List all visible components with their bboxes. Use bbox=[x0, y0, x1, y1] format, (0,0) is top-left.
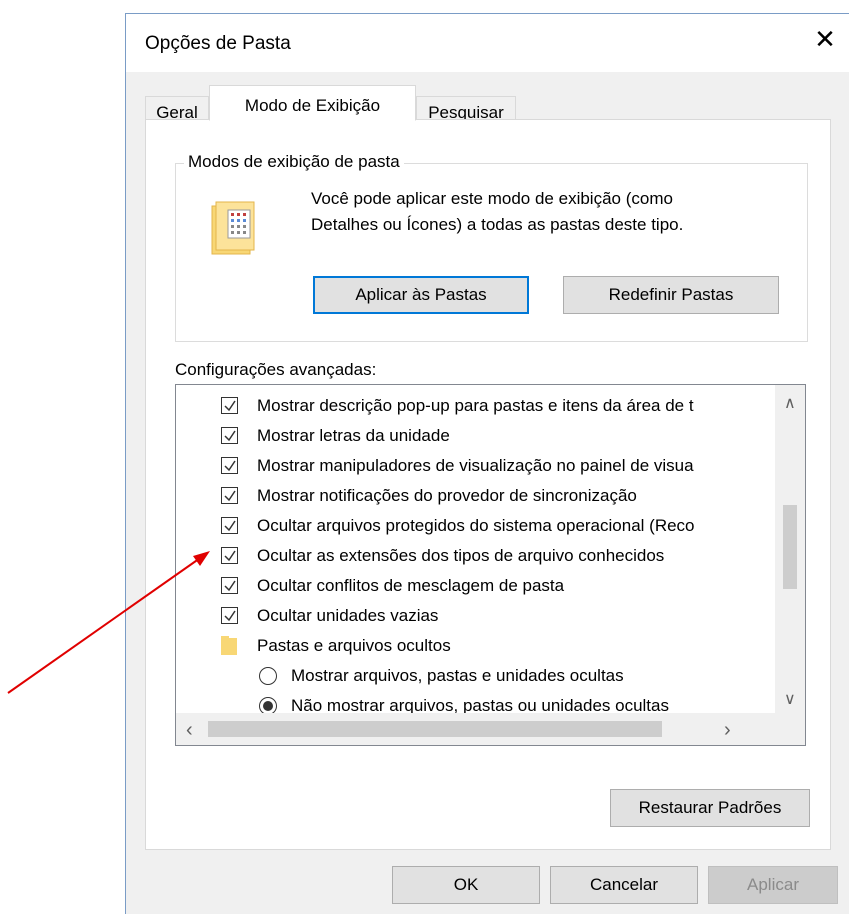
item-label: Mostrar manipuladores de visualização no… bbox=[257, 456, 694, 475]
description-line-1: Você pode aplicar este modo de exibição … bbox=[311, 189, 673, 208]
item-label: Ocultar arquivos protegidos do sistema o… bbox=[257, 516, 695, 535]
checkmark-icon bbox=[224, 430, 236, 442]
scroll-left-icon[interactable]: ‹ bbox=[186, 719, 193, 742]
checkmark-icon bbox=[224, 520, 236, 532]
checkmark-icon bbox=[224, 580, 236, 592]
scroll-up-icon[interactable]: ∧ bbox=[784, 393, 796, 413]
tab-folder-views-label: Modo de Exibição bbox=[244, 96, 381, 115]
horizontal-scrollbar[interactable]: ‹ › bbox=[176, 713, 777, 745]
checkbox[interactable] bbox=[221, 517, 238, 534]
vertical-scrollbar[interactable]: ∧ ∨ bbox=[775, 385, 805, 713]
folder-views-description: Você pode aplicar este modo de exibição … bbox=[311, 186, 781, 238]
checkmark-icon bbox=[224, 460, 236, 472]
folder-views-legend: Modos de exibição de pasta bbox=[184, 152, 404, 172]
checkbox[interactable] bbox=[221, 427, 238, 444]
folder-icon bbox=[221, 636, 237, 655]
folder-view-icon bbox=[211, 201, 255, 255]
radio-button[interactable] bbox=[259, 667, 277, 685]
horizontal-scroll-thumb[interactable] bbox=[208, 721, 662, 737]
tab-search[interactable]: Pesquisar bbox=[416, 96, 516, 122]
ok-button[interactable]: OK bbox=[392, 866, 540, 904]
apply-to-folders-button[interactable]: Aplicar às Pastas bbox=[313, 276, 529, 314]
checkbox[interactable] bbox=[221, 607, 238, 624]
checkmark-icon bbox=[224, 490, 236, 502]
checkbox[interactable] bbox=[221, 547, 238, 564]
advanced-settings-label: Configurações avançadas: bbox=[175, 360, 377, 379]
item-label: Mostrar arquivos, pastas e unidades ocul… bbox=[291, 666, 624, 685]
apply-button[interactable]: Aplicar bbox=[708, 866, 838, 904]
description-line-2: Detalhes ou Ícones) a todas as pastas de… bbox=[311, 215, 684, 234]
dialog-title: Opções de Pasta bbox=[145, 33, 291, 54]
title-bar: Opções de Pasta ✕ bbox=[126, 14, 849, 72]
checkmark-icon bbox=[224, 550, 236, 562]
item-label: Mostrar descrição pop-up para pastas e i… bbox=[257, 396, 694, 415]
restore-defaults-button[interactable]: Restaurar Padrões bbox=[610, 789, 810, 827]
advanced-settings-list[interactable]: Mostrar descrição pop-up para pastas e i… bbox=[175, 384, 806, 746]
item-label: Ocultar conflitos de mesclagem de pasta bbox=[257, 576, 565, 595]
checkbox[interactable] bbox=[221, 577, 238, 594]
close-icon: ✕ bbox=[814, 24, 836, 54]
item-label: Ocultar as extensões dos tipos de arquiv… bbox=[257, 546, 665, 565]
scroll-right-icon[interactable]: › bbox=[724, 719, 731, 742]
checkmark-icon bbox=[224, 400, 236, 412]
item-label: Mostrar notificações do provedor de sinc… bbox=[257, 486, 637, 505]
folder-options-dialog: Opções de Pasta ✕ Geral Modo de Exibição… bbox=[125, 13, 849, 914]
checkmark-icon bbox=[224, 610, 236, 622]
item-label: Ocultar unidades vazias bbox=[257, 606, 439, 625]
scroll-down-icon[interactable]: ∨ bbox=[784, 689, 796, 709]
scrollbar-corner bbox=[775, 713, 805, 745]
cancel-button[interactable]: Cancelar bbox=[550, 866, 698, 904]
tab-folder-views[interactable]: Modo de Exibição bbox=[209, 85, 416, 121]
close-button[interactable]: ✕ bbox=[801, 14, 849, 64]
reset-folders-button[interactable]: Redefinir Pastas bbox=[563, 276, 779, 314]
vertical-scroll-thumb[interactable] bbox=[783, 505, 797, 589]
tab-general[interactable]: Geral bbox=[145, 96, 209, 122]
checkbox[interactable] bbox=[221, 457, 238, 474]
item-label: Mostrar letras da unidade bbox=[257, 426, 450, 445]
tab-panel: Modos de exibição de pasta Você pode apl… bbox=[145, 119, 831, 850]
folder-views-group: Modos de exibição de pasta Você pode apl… bbox=[175, 152, 808, 342]
checkbox[interactable] bbox=[221, 397, 238, 414]
checkbox[interactable] bbox=[221, 487, 238, 504]
item-label: Pastas e arquivos ocultos bbox=[257, 636, 451, 655]
